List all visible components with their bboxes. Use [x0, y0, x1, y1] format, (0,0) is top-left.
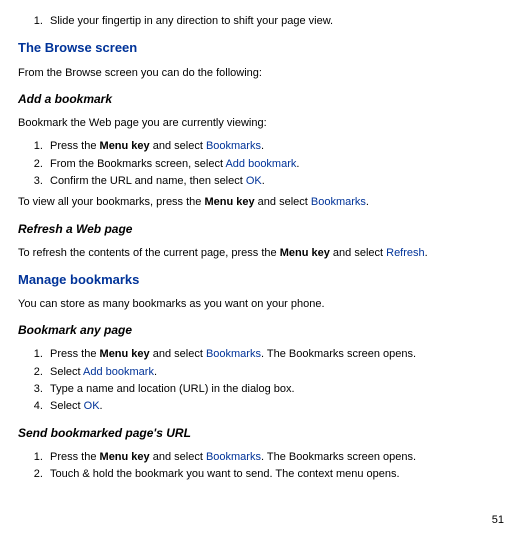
text: . — [366, 196, 369, 208]
view-bookmarks-note: To view all your bookmarks, press the Me… — [18, 195, 512, 210]
text: Press the — [50, 451, 100, 463]
list-item: Press the Menu key and select Bookmarks.… — [46, 347, 512, 362]
text: Press the — [50, 140, 100, 152]
text: Confirm the URL and name, then select — [50, 175, 246, 187]
manage-intro: You can store as many bookmarks as you w… — [18, 297, 512, 312]
text: . — [296, 158, 299, 170]
refresh-title: Refresh a Web page — [18, 221, 512, 238]
refresh-text: To refresh the contents of the current p… — [18, 246, 512, 261]
ok-link: OK — [84, 400, 100, 412]
add-bookmark-link: Add bookmark — [83, 366, 154, 378]
text: and select — [150, 451, 206, 463]
text: To view all your bookmarks, press the — [18, 196, 204, 208]
menu-key-text: Menu key — [100, 348, 150, 360]
bookmark-any-page-title: Bookmark any page — [18, 322, 512, 339]
add-bookmark-title: Add a bookmark — [18, 91, 512, 108]
menu-key-text: Menu key — [100, 451, 150, 463]
add-bookmark-lead: Bookmark the Web page you are currently … — [18, 116, 512, 131]
menu-key-text: Menu key — [280, 247, 330, 259]
list-item: Press the Menu key and select Bookmarks.… — [46, 450, 512, 465]
text: To refresh the contents of the current p… — [18, 247, 280, 259]
list-item: From the Bookmarks screen, select Add bo… — [46, 157, 512, 172]
text: and select — [150, 140, 206, 152]
send-url-steps: Press the Menu key and select Bookmarks.… — [18, 450, 512, 483]
text: Select — [50, 366, 83, 378]
text: and select — [255, 196, 311, 208]
intro-step: Slide your fingertip in any direction to… — [46, 14, 512, 29]
list-item: Select OK. — [46, 399, 512, 414]
text: Press the — [50, 348, 100, 360]
add-bookmark-link: Add bookmark — [225, 158, 296, 170]
list-item: Select Add bookmark. — [46, 365, 512, 380]
text: . — [425, 247, 428, 259]
text: and select — [150, 348, 206, 360]
ok-link: OK — [246, 175, 262, 187]
text: From the Bookmarks screen, select — [50, 158, 225, 170]
bookmarks-link: Bookmarks — [311, 196, 366, 208]
send-url-title: Send bookmarked page's URL — [18, 425, 512, 442]
list-item: Confirm the URL and name, then select OK… — [46, 174, 512, 189]
bookmarks-link: Bookmarks — [206, 140, 261, 152]
add-bookmark-steps: Press the Menu key and select Bookmarks.… — [18, 139, 512, 189]
text: . — [261, 140, 264, 152]
browse-intro: From the Browse screen you can do the fo… — [18, 66, 512, 81]
browse-screen-title: The Browse screen — [18, 39, 512, 57]
text: . — [262, 175, 265, 187]
intro-list: Slide your fingertip in any direction to… — [18, 14, 512, 29]
text: . The Bookmarks screen opens. — [261, 348, 416, 360]
text: Select — [50, 400, 84, 412]
text: . — [154, 366, 157, 378]
menu-key-text: Menu key — [204, 196, 254, 208]
page-number: 51 — [492, 513, 504, 528]
bookmark-any-page-steps: Press the Menu key and select Bookmarks.… — [18, 347, 512, 415]
refresh-link: Refresh — [386, 247, 425, 259]
manage-bookmarks-title: Manage bookmarks — [18, 271, 512, 289]
text: . — [100, 400, 103, 412]
text: . The Bookmarks screen opens. — [261, 451, 416, 463]
list-item: Press the Menu key and select Bookmarks. — [46, 139, 512, 154]
bookmarks-link: Bookmarks — [206, 451, 261, 463]
list-item: Type a name and location (URL) in the di… — [46, 382, 512, 397]
list-item: Touch & hold the bookmark you want to se… — [46, 467, 512, 482]
menu-key-text: Menu key — [100, 140, 150, 152]
bookmarks-link: Bookmarks — [206, 348, 261, 360]
text: and select — [330, 247, 386, 259]
